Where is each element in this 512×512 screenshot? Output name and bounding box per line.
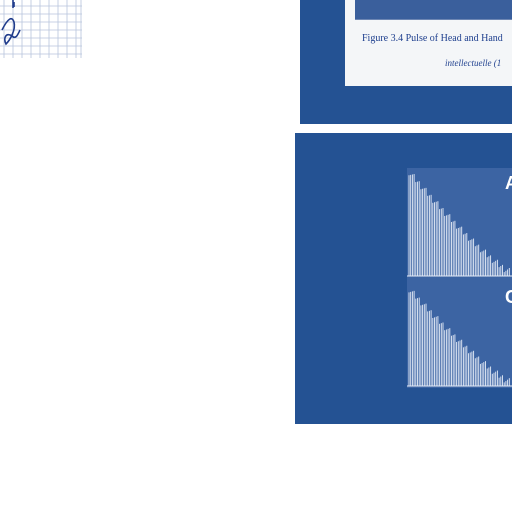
waveform-panel: A C	[295, 133, 512, 424]
waveform-image	[407, 168, 512, 388]
waveform-strips	[407, 174, 512, 387]
figure-credit: intellectuelle (1	[445, 58, 502, 68]
figure-panel: Figure 3.4 Pulse of Head and Hand intell…	[300, 0, 512, 124]
graph-paper-fragment	[0, 0, 82, 58]
waveform-label-c: C	[505, 287, 512, 307]
figure-caption: Figure 3.4 Pulse of Head and Hand	[362, 33, 503, 44]
graph-grid	[0, 0, 82, 58]
waveform-strip-1	[407, 174, 512, 277]
figure-paper: Figure 3.4 Pulse of Head and Hand intell…	[345, 0, 512, 86]
waveform-strip-2	[407, 290, 512, 387]
graph-paper-drawing	[0, 0, 82, 58]
figure-image-edge	[355, 0, 512, 20]
waveform-label-a: A	[505, 173, 512, 193]
